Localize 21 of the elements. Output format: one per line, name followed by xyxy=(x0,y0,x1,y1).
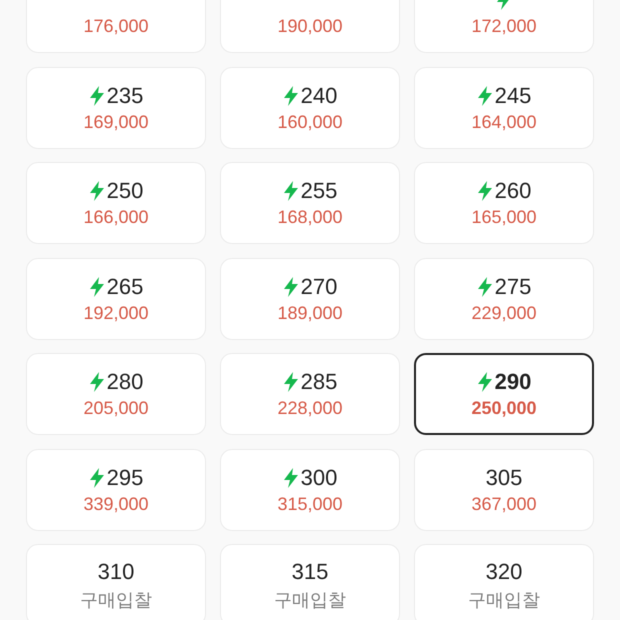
size-option[interactable]: 190,000 xyxy=(220,0,400,53)
size-option[interactable]: 300 315,000 xyxy=(220,448,400,530)
size-option[interactable]: 235 169,000 xyxy=(26,66,206,148)
size-option[interactable]: 315 구매입찰 xyxy=(220,544,400,620)
size-option[interactable]: 290 250,000 xyxy=(414,353,594,435)
size-option[interactable]: 295 339,000 xyxy=(26,448,206,530)
size-option[interactable]: 260 165,000 xyxy=(414,162,594,244)
size-option[interactable]: 310 구매입찰 xyxy=(26,544,206,620)
size-option[interactable]: 176,000 xyxy=(26,0,206,53)
size-option[interactable]: 250 166,000 xyxy=(26,162,206,244)
size-option[interactable]: 172,000 xyxy=(414,0,594,53)
size-option[interactable]: 245 164,000 xyxy=(414,66,594,148)
size-option[interactable]: 285 228,000 xyxy=(220,353,400,435)
size-option[interactable]: 270 189,000 xyxy=(220,258,400,340)
size-option[interactable]: 275 229,000 xyxy=(414,258,594,340)
size-option[interactable]: 305 367,000 xyxy=(414,448,594,530)
size-option[interactable]: 265 192,000 xyxy=(26,258,206,340)
size-option[interactable]: 255 168,000 xyxy=(220,162,400,244)
size-option[interactable]: 280 205,000 xyxy=(26,353,206,435)
size-option[interactable]: 240 160,000 xyxy=(220,66,400,148)
size-option[interactable]: 320 구매입찰 xyxy=(414,544,594,620)
